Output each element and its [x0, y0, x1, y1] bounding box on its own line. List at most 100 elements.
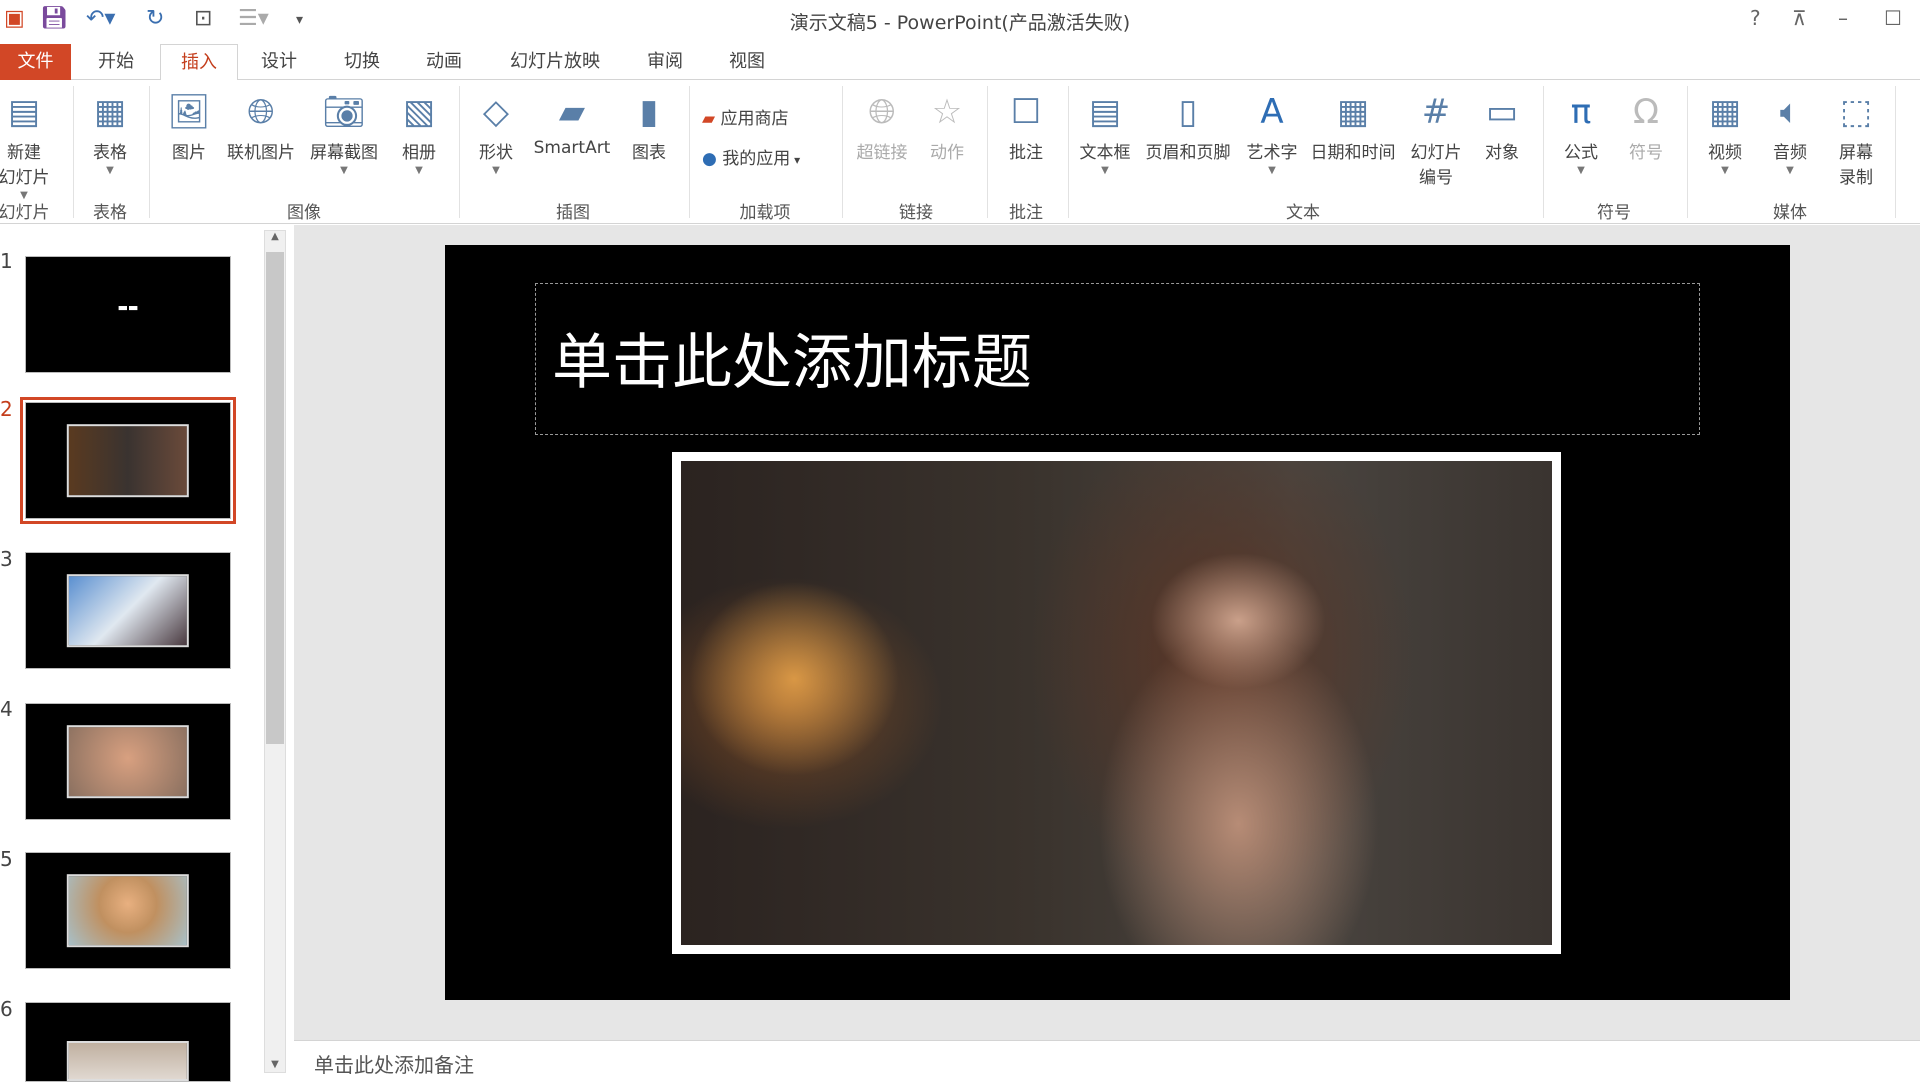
- smartart-button[interactable]: ▰ SmartArt: [534, 90, 611, 158]
- video-icon: ▦: [1708, 92, 1742, 132]
- group-label: 表格: [93, 203, 127, 223]
- date-time-icon: ▦: [1336, 92, 1370, 132]
- slide-canvas[interactable]: 单击此处添加标题: [445, 245, 1790, 1000]
- video-button[interactable]: ▦ 视频 ▼: [1703, 90, 1747, 176]
- dropdown-arrow-icon[interactable]: ▼: [1559, 165, 1603, 176]
- button-label: 新建 幻灯片: [0, 143, 50, 188]
- group-divider: [842, 86, 843, 218]
- tab-file[interactable]: 文件: [0, 44, 71, 80]
- button-label: 屏幕 录制: [1839, 143, 1873, 188]
- tab-home[interactable]: 开始: [98, 44, 134, 80]
- tab-review[interactable]: 审阅: [647, 44, 683, 80]
- group-label: 符号: [1597, 203, 1631, 223]
- tab-transitions[interactable]: 切换: [344, 44, 380, 80]
- slide-thumbnail-5[interactable]: [25, 852, 231, 969]
- object-button[interactable]: ▭ 对象: [1480, 90, 1524, 163]
- group-divider: [459, 86, 460, 218]
- button-label: 文本框: [1079, 143, 1131, 163]
- slide-thumbnail-6[interactable]: [25, 1002, 231, 1082]
- dropdown-arrow-icon[interactable]: ▼: [1703, 165, 1747, 176]
- equation-button[interactable]: π 公式 ▼: [1559, 90, 1603, 176]
- app-store-button[interactable]: ▰ 应用商店: [702, 104, 788, 129]
- new-slide-button[interactable]: ▤ 新建 幻灯片 ▼: [0, 90, 50, 201]
- dropdown-arrow-icon[interactable]: ▼: [1080, 165, 1131, 176]
- audio-button[interactable]: 🔈︎ 音频 ▼: [1768, 90, 1812, 176]
- shapes-button[interactable]: ◇ 形状 ▼: [474, 90, 518, 176]
- button-label: 视频: [1708, 143, 1742, 163]
- action-icon: ☆: [931, 92, 963, 132]
- table-button[interactable]: ▦ 表格 ▼: [88, 90, 132, 176]
- button-label: 公式: [1564, 143, 1598, 163]
- dropdown-arrow-icon[interactable]: ▼: [397, 165, 441, 176]
- minimize-icon[interactable]: –: [1838, 6, 1848, 30]
- group-divider: [689, 86, 690, 218]
- tab-view[interactable]: 视图: [729, 44, 765, 80]
- mouse-cursor-icon: ➤: [128, 641, 150, 671]
- online-picture-icon: 🌐︎: [247, 92, 275, 132]
- scroll-up-icon[interactable]: ▲: [265, 231, 285, 242]
- chart-button[interactable]: ▮ 图表: [627, 90, 671, 163]
- scroll-down-icon[interactable]: ▼: [265, 1059, 285, 1070]
- button-label: 对象: [1485, 143, 1519, 163]
- dropdown-arrow-icon[interactable]: ▼: [1768, 165, 1812, 176]
- button-label: 我的应用: [722, 149, 791, 169]
- notes-pane[interactable]: 单击此处添加备注: [294, 1040, 1920, 1080]
- date-time-button[interactable]: ▦ 日期和时间: [1311, 90, 1396, 163]
- help-icon[interactable]: ?: [1750, 6, 1761, 30]
- dropdown-arrow-icon[interactable]: ▼: [310, 165, 378, 176]
- slide-number: 3: [0, 547, 13, 571]
- wordart-button[interactable]: A 艺术字 ▼: [1247, 90, 1298, 176]
- textbox-icon: ▤: [1088, 92, 1122, 132]
- screen-recording-button[interactable]: ⬚ 屏幕 录制: [1834, 90, 1878, 188]
- ribbon-tabs: 文件 开始 插入 设计 切换 动画 幻灯片放映 审阅 视图: [0, 44, 1920, 81]
- slide-number: 1: [0, 249, 13, 273]
- online-picture-button[interactable]: 🌐︎ 联机图片: [227, 90, 295, 163]
- button-label: 图表: [632, 143, 666, 163]
- dropdown-arrow-icon[interactable]: ▼: [1247, 165, 1298, 176]
- slide-picture[interactable]: [672, 452, 1561, 954]
- slide-thumbnail-2[interactable]: [20, 397, 236, 524]
- dropdown-arrow-icon[interactable]: ▼: [88, 165, 132, 176]
- button-label: 相册: [402, 143, 436, 163]
- button-label: 批注: [1009, 143, 1043, 163]
- maximize-icon[interactable]: ☐: [1884, 6, 1902, 30]
- ribbon: ▤ 新建 幻灯片 ▼ ▦ 表格 ▼ 🖼︎ 图片 🌐︎ 联机图片 📷︎ 屏幕截图 ▼ ▧ 相册 ▼ ◇ 形状 ▼ ▰ Sm…: [0, 80, 1920, 224]
- group-label: 加载项: [739, 203, 791, 223]
- textbox-button[interactable]: ▤ 文本框 ▼: [1080, 90, 1131, 176]
- tab-insert[interactable]: 插入: [160, 44, 238, 81]
- header-footer-button[interactable]: ▯ 页眉和页脚: [1146, 90, 1231, 163]
- screenshot-button[interactable]: 📷︎ 屏幕截图 ▼: [310, 90, 378, 176]
- album-button[interactable]: ▧ 相册 ▼: [397, 90, 441, 176]
- dropdown-arrow-icon[interactable]: ▼: [474, 165, 518, 176]
- button-label: 屏幕截图: [310, 143, 378, 163]
- hyperlink-icon: 🌐︎: [868, 92, 896, 132]
- title-placeholder[interactable]: 单击此处添加标题: [535, 283, 1700, 435]
- slide-thumbnail-4[interactable]: [25, 703, 231, 820]
- tab-design[interactable]: 设计: [261, 44, 297, 80]
- button-label: 动作: [930, 143, 964, 163]
- hyperlink-button[interactable]: 🌐︎ 超链接: [857, 90, 908, 163]
- my-apps-icon: ●: [702, 149, 723, 169]
- button-label: 应用商店: [720, 109, 789, 129]
- slide-thumbnail-1[interactable]: ▬▬: [25, 256, 231, 373]
- ribbon-display-icon[interactable]: ⊼: [1792, 6, 1807, 30]
- wordart-icon: A: [1260, 92, 1284, 132]
- action-button[interactable]: ☆ 动作: [925, 90, 969, 163]
- my-apps-button[interactable]: ● 我的应用 ▾: [702, 144, 800, 169]
- group-label: 媒体: [1773, 203, 1807, 223]
- dropdown-arrow-icon[interactable]: ▾: [790, 153, 800, 167]
- button-label: 幻灯片 编号: [1410, 143, 1462, 188]
- button-label: 联机图片: [227, 143, 295, 163]
- slide-number: 5: [0, 847, 13, 871]
- symbol-button[interactable]: Ω 符号: [1624, 90, 1668, 163]
- button-label: SmartArt: [533, 138, 611, 158]
- picture-button[interactable]: 🖼︎ 图片: [167, 90, 211, 163]
- tab-slideshow[interactable]: 幻灯片放映: [510, 44, 600, 80]
- tab-animations[interactable]: 动画: [426, 44, 462, 80]
- group-label: 图像: [287, 203, 321, 223]
- slide-number-button[interactable]: # 幻灯片 编号: [1411, 90, 1462, 188]
- slide-number: 4: [0, 697, 13, 721]
- screen-recording-icon: ⬚: [1839, 92, 1873, 132]
- comment-button[interactable]: ☐ 批注: [1004, 90, 1048, 163]
- scrollbar-thumb[interactable]: [266, 252, 284, 744]
